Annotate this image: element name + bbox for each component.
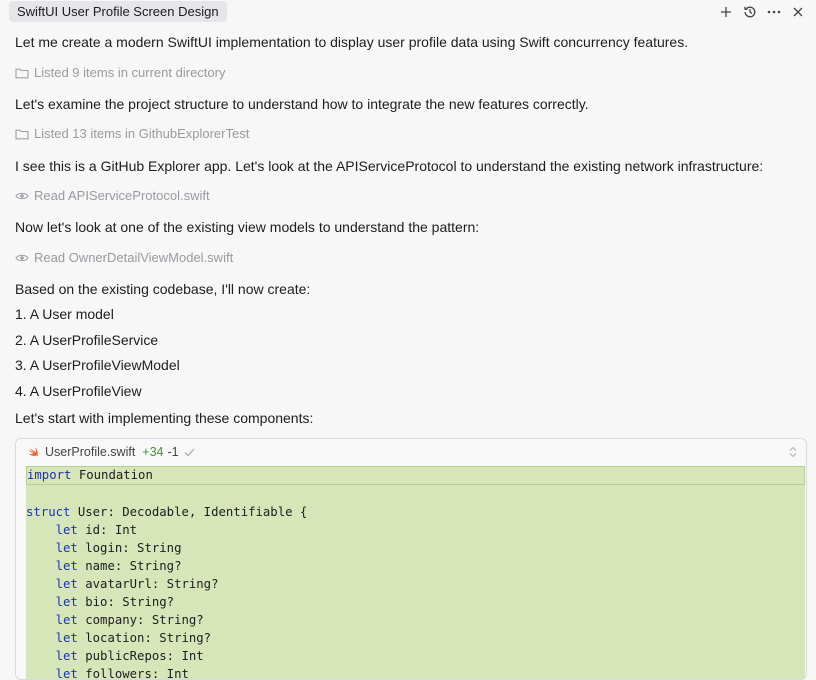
code-text: bio: String?	[77, 595, 175, 609]
list-item: 4. A UserProfileView	[15, 383, 142, 399]
code-text: Foundation	[71, 468, 153, 482]
assistant-message: Based on the existing codebase, I'll now…	[15, 281, 311, 297]
code-line: let bio: String?	[26, 593, 805, 611]
code-line: let publicRepos: Int	[26, 647, 805, 665]
deletions-count: -1	[167, 445, 179, 459]
history-icon[interactable]	[738, 2, 762, 22]
code-keyword: let	[26, 613, 78, 627]
code-keyword: let	[26, 577, 78, 591]
tool-call-list-dir[interactable]: Listed 13 items in GithubExplorerTest	[15, 126, 249, 141]
chat-title-tab[interactable]: SwiftUI User Profile Screen Design	[9, 1, 227, 22]
list-item: 1. A User model	[15, 306, 114, 322]
code-keyword: let	[26, 595, 78, 609]
code-text: login: String	[77, 541, 182, 555]
assistant-message: Let's start with implementing these comp…	[15, 410, 314, 426]
code-text: name: String?	[77, 559, 182, 573]
code-line: let location: String?	[26, 629, 805, 647]
code-line: struct User: Decodable, Identifiable {	[26, 503, 805, 521]
code-body: import Foundation struct User: Decodable,…	[26, 466, 805, 680]
code-keyword: let	[26, 523, 78, 537]
assistant-message: Now let's look at one of the existing vi…	[15, 219, 480, 235]
eye-icon	[15, 251, 29, 265]
code-filename: UserProfile.swift	[45, 445, 136, 459]
code-text: company: String?	[77, 613, 204, 627]
code-text: avatarUrl: String?	[77, 577, 219, 591]
code-line: let followers: Int	[26, 665, 805, 680]
tool-call-list-dir[interactable]: Listed 9 items in current directory	[15, 65, 225, 80]
tool-call-label: Read OwnerDetailViewModel.swift	[34, 250, 234, 265]
plus-icon[interactable]	[714, 2, 738, 22]
assistant-message: Let's examine the project structure to u…	[15, 96, 589, 112]
tool-call-label: Listed 9 items in current directory	[34, 65, 226, 80]
additions-count: +34	[142, 445, 164, 459]
tool-call-label: Read APIServiceProtocol.swift	[34, 188, 210, 203]
folder-icon	[15, 127, 29, 141]
code-line: let company: String?	[26, 611, 805, 629]
code-line: let id: Int	[26, 521, 805, 539]
code-edit-block: UserProfile.swift +34 -1 import Foundati…	[15, 438, 807, 680]
close-icon[interactable]	[786, 2, 810, 22]
header-actions	[714, 2, 810, 22]
checkmark-icon	[184, 448, 195, 457]
code-keyword: struct	[26, 505, 71, 519]
tool-call-label: Listed 13 items in GithubExplorerTest	[34, 126, 250, 141]
code-text: User: Decodable, Identifiable {	[70, 505, 308, 519]
code-keyword: let	[26, 631, 78, 645]
code-text: publicRepos: Int	[77, 649, 204, 663]
assistant-message: Let me create a modern SwiftUI implement…	[15, 34, 689, 50]
code-keyword: let	[26, 541, 78, 555]
code-line: let avatarUrl: String?	[26, 575, 805, 593]
folder-icon	[15, 66, 29, 80]
code-line: import Foundation	[26, 466, 805, 485]
eye-icon	[15, 189, 29, 203]
code-line: let login: String	[26, 539, 805, 557]
chat-header: SwiftUI User Profile Screen Design	[0, 0, 816, 24]
code-keyword: let	[26, 559, 78, 573]
swift-icon	[27, 446, 39, 458]
code-text: id: Int	[77, 523, 138, 537]
tool-call-read-file[interactable]: Read APIServiceProtocol.swift	[15, 188, 210, 203]
tool-call-read-file[interactable]: Read OwnerDetailViewModel.swift	[15, 250, 233, 265]
expand-collapse-icon[interactable]	[788, 446, 798, 458]
code-text: followers: Int	[77, 667, 189, 680]
code-keyword: import	[27, 468, 72, 482]
list-item: 3. A UserProfileViewModel	[15, 357, 180, 373]
code-keyword: let	[26, 667, 78, 680]
code-text: location: String?	[77, 631, 212, 645]
assistant-message: I see this is a GitHub Explorer app. Let…	[15, 158, 764, 174]
code-block-header[interactable]: UserProfile.swift +34 -1	[16, 439, 806, 465]
list-item: 2. A UserProfileService	[15, 332, 159, 348]
more-icon[interactable]	[762, 2, 786, 22]
code-keyword: let	[26, 649, 78, 663]
code-line: let name: String?	[26, 557, 805, 575]
